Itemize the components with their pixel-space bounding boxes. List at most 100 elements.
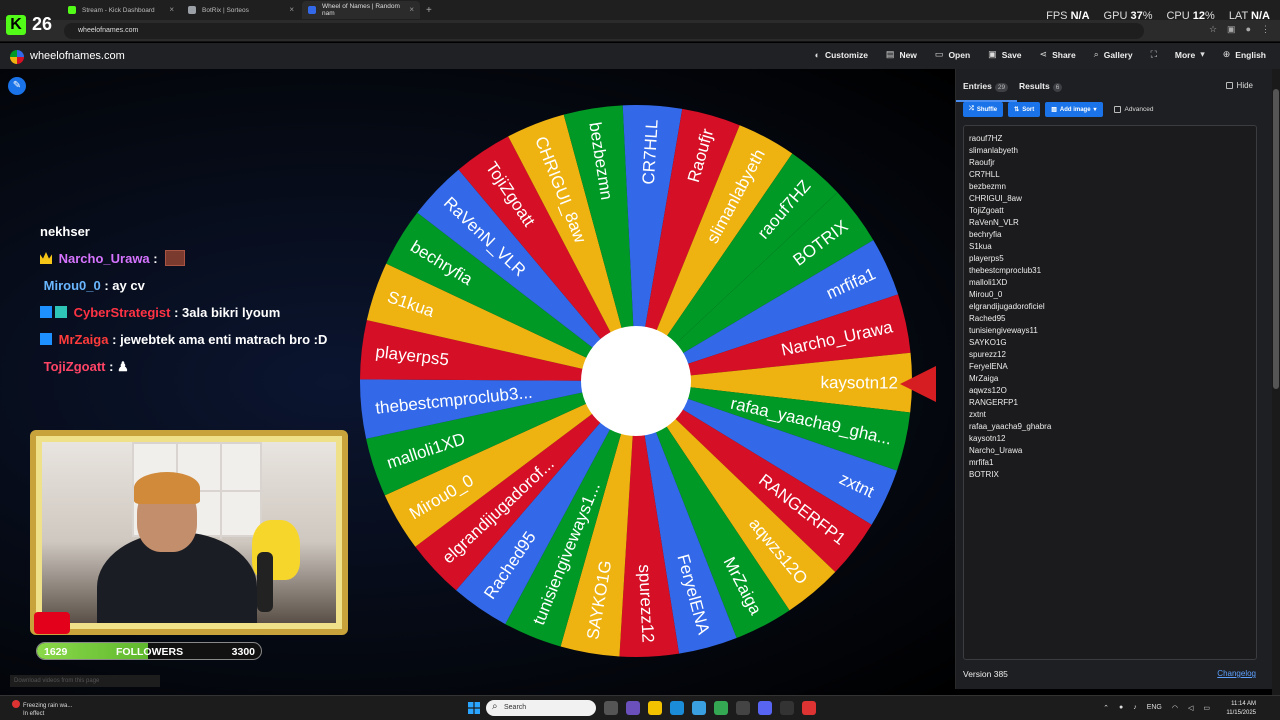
tray-app-icon[interactable]: ● bbox=[1119, 704, 1123, 712]
edit-pencil-button[interactable]: ✎ bbox=[8, 77, 26, 95]
entry-line[interactable]: bechryfia bbox=[969, 229, 1251, 241]
chevron-up-icon[interactable]: ⌃ bbox=[1103, 704, 1109, 712]
chat-message: TojiZgoatt : ♟ bbox=[43, 359, 129, 374]
entry-line[interactable]: MrZaiga bbox=[969, 373, 1251, 385]
battery-icon[interactable]: ▭ bbox=[1203, 704, 1210, 712]
mic-icon[interactable]: ♪ bbox=[1133, 704, 1137, 712]
volume-icon[interactable]: ◁ bbox=[1188, 704, 1193, 712]
weather-widget[interactable]: Freezing rain wa... In effect bbox=[12, 700, 72, 718]
entry-line[interactable]: tunisiengiveways11 bbox=[969, 325, 1251, 337]
tab-entries[interactable]: Entries 29 bbox=[955, 81, 1018, 102]
chrome-icon[interactable] bbox=[714, 701, 728, 715]
file-explorer-icon[interactable] bbox=[648, 701, 662, 715]
entries-textarea[interactable]: raouf7HZ slimanlabyeth Raoufjr CR7HLL bezbez… bbox=[963, 125, 1257, 660]
entries-count: 29 bbox=[994, 83, 1009, 92]
language-selector[interactable]: ⊕ English bbox=[1223, 49, 1266, 60]
entry-line[interactable]: malloli1XD bbox=[969, 277, 1251, 289]
advanced-toggle[interactable]: Advanced bbox=[1113, 106, 1153, 113]
entry-line[interactable]: rafaa_yaacha9_ghabra bbox=[969, 421, 1251, 433]
sort-icon: ⇅ bbox=[1014, 107, 1020, 113]
save-button[interactable]: ▣ Save bbox=[988, 49, 1021, 60]
entry-line[interactable]: mrfifa1 bbox=[969, 457, 1251, 469]
search-icon: ⌕ bbox=[1093, 49, 1099, 59]
tab-kick-dashboard[interactable]: Stream - Kick Dashboard × bbox=[62, 1, 180, 19]
tab-results[interactable]: Results 6 bbox=[1019, 81, 1063, 92]
download-hint[interactable]: Download videos from this page bbox=[10, 675, 160, 687]
close-icon[interactable]: × bbox=[409, 5, 414, 14]
close-icon[interactable]: × bbox=[289, 5, 294, 14]
obs-icon[interactable] bbox=[780, 701, 794, 715]
entry-line[interactable]: raouf7HZ bbox=[969, 133, 1251, 145]
windows-start-icon[interactable] bbox=[468, 702, 480, 714]
page-scrollbar[interactable] bbox=[1272, 69, 1280, 695]
brave-icon[interactable] bbox=[802, 701, 816, 715]
entry-line[interactable]: SAYKO1G bbox=[969, 337, 1251, 349]
more-menu[interactable]: More ▾ bbox=[1175, 49, 1205, 60]
wifi-icon[interactable]: ◠ bbox=[1172, 704, 1178, 712]
entry-line[interactable]: thebestcmproclub31 bbox=[969, 265, 1251, 277]
tab-wheel-of-names[interactable]: Wheel of Names | Random nam × bbox=[302, 1, 420, 19]
entry-line[interactable]: slimanlabyeth bbox=[969, 145, 1251, 157]
entry-line[interactable]: CHRIGUI_8aw bbox=[969, 193, 1251, 205]
taskbar-search[interactable]: Search bbox=[486, 700, 596, 716]
language-indicator[interactable]: ENG bbox=[1147, 704, 1162, 712]
entry-line[interactable]: Raoufjr bbox=[969, 157, 1251, 169]
advanced-checkbox[interactable] bbox=[1113, 106, 1121, 113]
close-icon[interactable]: × bbox=[169, 5, 174, 14]
new-button[interactable]: ▤ New bbox=[886, 49, 917, 60]
task-view-icon[interactable] bbox=[604, 701, 618, 715]
wheel-center[interactable] bbox=[581, 326, 691, 436]
entry-line[interactable]: CR7HLL bbox=[969, 169, 1251, 181]
entry-line[interactable]: bezbezmn bbox=[969, 181, 1251, 193]
add-image-button[interactable]: ▨ Add image ▾ bbox=[1045, 102, 1103, 117]
entry-line[interactable]: Narcho_Urawa bbox=[969, 445, 1251, 457]
shuffle-button[interactable]: ⤮ Shuffle bbox=[963, 102, 1004, 117]
entry-line[interactable]: S1kua bbox=[969, 241, 1251, 253]
entry-line[interactable]: BOTRIX bbox=[969, 469, 1251, 481]
entry-line[interactable]: kaysotn12 bbox=[969, 433, 1251, 445]
hide-checkbox[interactable] bbox=[1225, 82, 1233, 89]
chat-text: jewebtek ama enti matrach bro :D bbox=[120, 332, 328, 347]
sort-button[interactable]: ⇅ Sort bbox=[1008, 102, 1041, 117]
entry-line[interactable]: aqwzs12O bbox=[969, 385, 1251, 397]
address-bar[interactable]: wheelofnames.com bbox=[64, 23, 1144, 39]
tab-botrix[interactable]: BotRix | Sorteos × bbox=[182, 1, 300, 19]
discord-icon[interactable] bbox=[758, 701, 772, 715]
bookmark-star-icon[interactable]: ☆ bbox=[1209, 24, 1217, 35]
extension-icon[interactable]: ▣ bbox=[1227, 24, 1236, 35]
fullscreen-button[interactable]: ⛶ bbox=[1151, 49, 1157, 60]
new-tab-button[interactable]: + bbox=[426, 5, 432, 16]
entry-line[interactable]: Rached95 bbox=[969, 313, 1251, 325]
site-name[interactable]: wheelofnames.com bbox=[30, 50, 125, 62]
save-icon: ▣ bbox=[988, 49, 997, 59]
entry-line[interactable]: zxtnt bbox=[969, 409, 1251, 421]
edge-icon[interactable] bbox=[670, 701, 684, 715]
globe-icon: ⊕ bbox=[1222, 49, 1231, 59]
profile-avatar-icon[interactable]: ● bbox=[1246, 24, 1251, 35]
entry-line[interactable]: RaVenN_VLR bbox=[969, 217, 1251, 229]
entry-line[interactable]: spurezz12 bbox=[969, 349, 1251, 361]
entry-line[interactable]: Mirou0_0 bbox=[969, 289, 1251, 301]
hide-toggle[interactable]: Hide bbox=[1225, 81, 1253, 90]
changelog-link[interactable]: Changelog bbox=[1217, 669, 1256, 678]
entry-line[interactable]: playerps5 bbox=[969, 253, 1251, 265]
wheel[interactable]: BOTRIX mrfifa1 Narcho_Urawa kaysotn12 rafaa_… bbox=[360, 105, 912, 657]
share-button[interactable]: ⋖ Share bbox=[1040, 49, 1076, 60]
app-icon[interactable] bbox=[626, 701, 640, 715]
chat-text: ay cv bbox=[112, 278, 145, 293]
clock[interactable]: 11:14 AM 11/15/2025 bbox=[1226, 700, 1256, 718]
entry-line[interactable]: RANGERFP1 bbox=[969, 397, 1251, 409]
chat-cut-line bbox=[40, 212, 350, 222]
entry-line[interactable]: FeryelENA bbox=[969, 361, 1251, 373]
app-icon[interactable] bbox=[736, 701, 750, 715]
customize-button[interactable]: ◐ Customize bbox=[815, 49, 868, 60]
entry-line[interactable]: elgrandijugadoroficiel bbox=[969, 301, 1251, 313]
followers-label: FOLLOWERS bbox=[116, 646, 184, 658]
scrollbar-thumb[interactable] bbox=[1273, 89, 1279, 389]
gallery-button[interactable]: ⌕ Gallery bbox=[1094, 49, 1133, 60]
open-button[interactable]: ▭ Open bbox=[935, 49, 970, 60]
menu-kebab-icon[interactable]: ⋮ bbox=[1261, 24, 1270, 35]
entry-line[interactable]: TojiZgoatt bbox=[969, 205, 1251, 217]
app-icon[interactable] bbox=[692, 701, 706, 715]
site-logo-icon[interactable] bbox=[10, 50, 24, 64]
